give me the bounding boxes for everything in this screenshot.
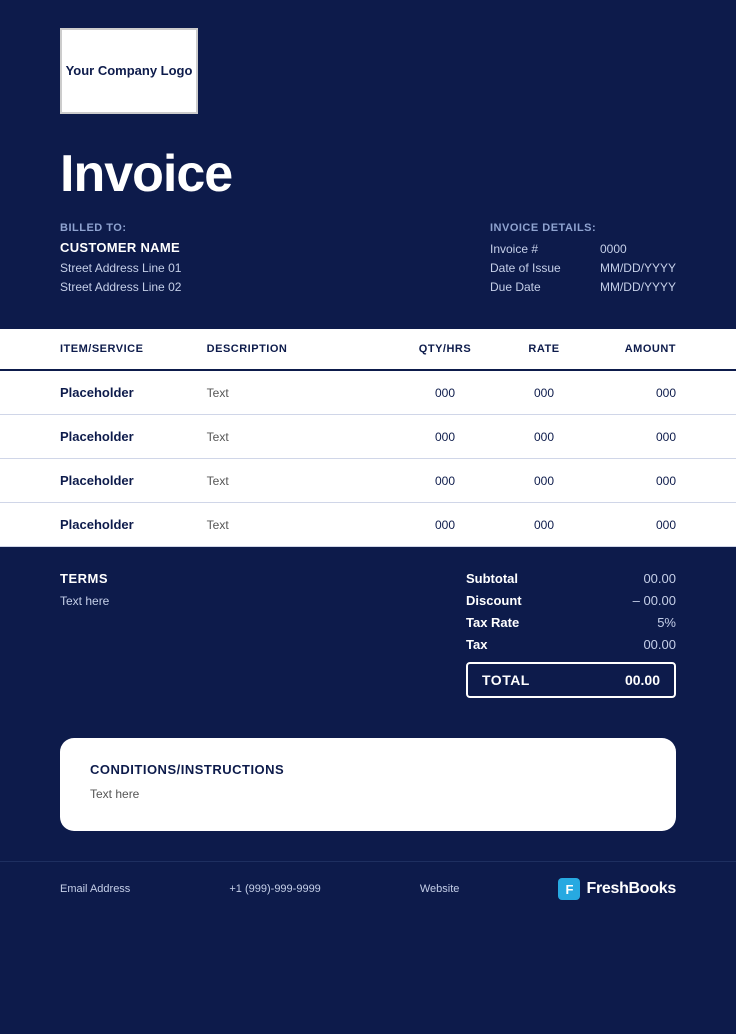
row-rate: 000 [500, 474, 588, 488]
total-box: TOTAL 00.00 [466, 662, 676, 698]
logo-text: Your Company Logo [66, 63, 193, 80]
row-item: Placeholder [60, 385, 207, 400]
table-row: Placeholder Text 000 000 000 [0, 503, 736, 547]
invoice-table: ITEM/SERVICE DESCRIPTION QTY/HRS RATE AM… [0, 329, 736, 547]
table-row: Placeholder Text 000 000 000 [0, 371, 736, 415]
subtotal-line: Subtotal 00.00 [466, 571, 676, 586]
col-header-qty: QTY/HRS [390, 343, 500, 355]
address-line1: Street Address Line 01 [60, 259, 181, 278]
table-header: ITEM/SERVICE DESCRIPTION QTY/HRS RATE AM… [0, 329, 736, 371]
discount-line: Discount – 00.00 [466, 593, 676, 608]
invoice-details-label: INVOICE DETAILS: [490, 222, 676, 234]
terms-text: Text here [60, 594, 466, 608]
tax-rate-val: 5% [616, 615, 676, 630]
freshbooks-icon: F [558, 878, 580, 900]
billed-to-label: BILLED TO: [60, 222, 181, 234]
terms-title: TERMS [60, 571, 466, 586]
tax-label: Tax [466, 637, 546, 652]
total-val: 00.00 [625, 672, 660, 688]
col-header-rate: RATE [500, 343, 588, 355]
invoice-title-section: Invoice [0, 134, 736, 204]
row-amount: 000 [588, 518, 676, 532]
date-issue-row: Date of Issue MM/DD/YYYY [490, 261, 676, 275]
conditions-title: CONDITIONS/INSTRUCTIONS [90, 762, 646, 777]
row-amount: 000 [588, 430, 676, 444]
invoice-num-val: 0000 [600, 242, 627, 256]
col-header-desc: DESCRIPTION [207, 343, 390, 355]
conditions-text: Text here [90, 787, 646, 801]
date-issue-val: MM/DD/YYYY [600, 261, 676, 275]
row-rate: 000 [500, 386, 588, 400]
col-header-item: ITEM/SERVICE [60, 343, 207, 355]
logo-box: Your Company Logo [60, 28, 198, 114]
row-qty: 000 [390, 518, 500, 532]
tax-val: 00.00 [616, 637, 676, 652]
col-header-amount: AMOUNT [588, 343, 676, 355]
row-item: Placeholder [60, 429, 207, 444]
row-qty: 000 [390, 386, 500, 400]
conditions-card: CONDITIONS/INSTRUCTIONS Text here [60, 738, 676, 831]
subtotal-val: 00.00 [616, 571, 676, 586]
terms-block: TERMS Text here [60, 571, 466, 608]
due-date-label: Due Date [490, 280, 580, 294]
row-qty: 000 [390, 474, 500, 488]
due-date-val: MM/DD/YYYY [600, 280, 676, 294]
conditions-section: CONDITIONS/INSTRUCTIONS Text here [0, 728, 736, 861]
table-row: Placeholder Text 000 000 000 [0, 415, 736, 459]
footer-phone: +1 (999)-999-9999 [229, 883, 320, 895]
date-issue-label: Date of Issue [490, 261, 580, 275]
row-desc: Text [207, 474, 390, 488]
bill-details-row: BILLED TO: CUSTOMER NAME Street Address … [0, 222, 736, 299]
discount-label: Discount [466, 593, 546, 608]
invoice-num-row: Invoice # 0000 [490, 242, 676, 256]
row-amount: 000 [588, 386, 676, 400]
tax-line: Tax 00.00 [466, 637, 676, 652]
row-rate: 000 [500, 430, 588, 444]
footer: Email Address +1 (999)-999-9999 Website … [0, 861, 736, 916]
row-qty: 000 [390, 430, 500, 444]
freshbooks-logo: F FreshBooks [558, 878, 675, 900]
subtotal-label: Subtotal [466, 571, 546, 586]
discount-val: – 00.00 [616, 593, 676, 608]
billed-to: BILLED TO: CUSTOMER NAME Street Address … [60, 222, 181, 299]
footer-email: Email Address [60, 883, 130, 895]
address-line2: Street Address Line 02 [60, 278, 181, 297]
row-desc: Text [207, 386, 390, 400]
tax-rate-line: Tax Rate 5% [466, 615, 676, 630]
invoice-details: INVOICE DETAILS: Invoice # 0000 Date of … [490, 222, 676, 299]
row-rate: 000 [500, 518, 588, 532]
footer-website: Website [420, 883, 460, 895]
total-label: TOTAL [482, 672, 530, 688]
row-amount: 000 [588, 474, 676, 488]
tax-rate-label: Tax Rate [466, 615, 546, 630]
row-item: Placeholder [60, 517, 207, 532]
table-row: Placeholder Text 000 000 000 [0, 459, 736, 503]
row-item: Placeholder [60, 473, 207, 488]
table-rows: Placeholder Text 000 000 000 Placeholder… [0, 371, 736, 547]
row-desc: Text [207, 430, 390, 444]
invoice-title: Invoice [60, 144, 676, 204]
row-desc: Text [207, 518, 390, 532]
header: Your Company Logo [0, 0, 736, 134]
due-date-row: Due Date MM/DD/YYYY [490, 280, 676, 294]
freshbooks-name: FreshBooks [586, 880, 675, 898]
totals-section: TERMS Text here Subtotal 00.00 Discount … [0, 547, 736, 728]
invoice-num-label: Invoice # [490, 242, 580, 256]
totals-block: Subtotal 00.00 Discount – 00.00 Tax Rate… [466, 571, 676, 698]
customer-name: CUSTOMER NAME [60, 240, 181, 255]
